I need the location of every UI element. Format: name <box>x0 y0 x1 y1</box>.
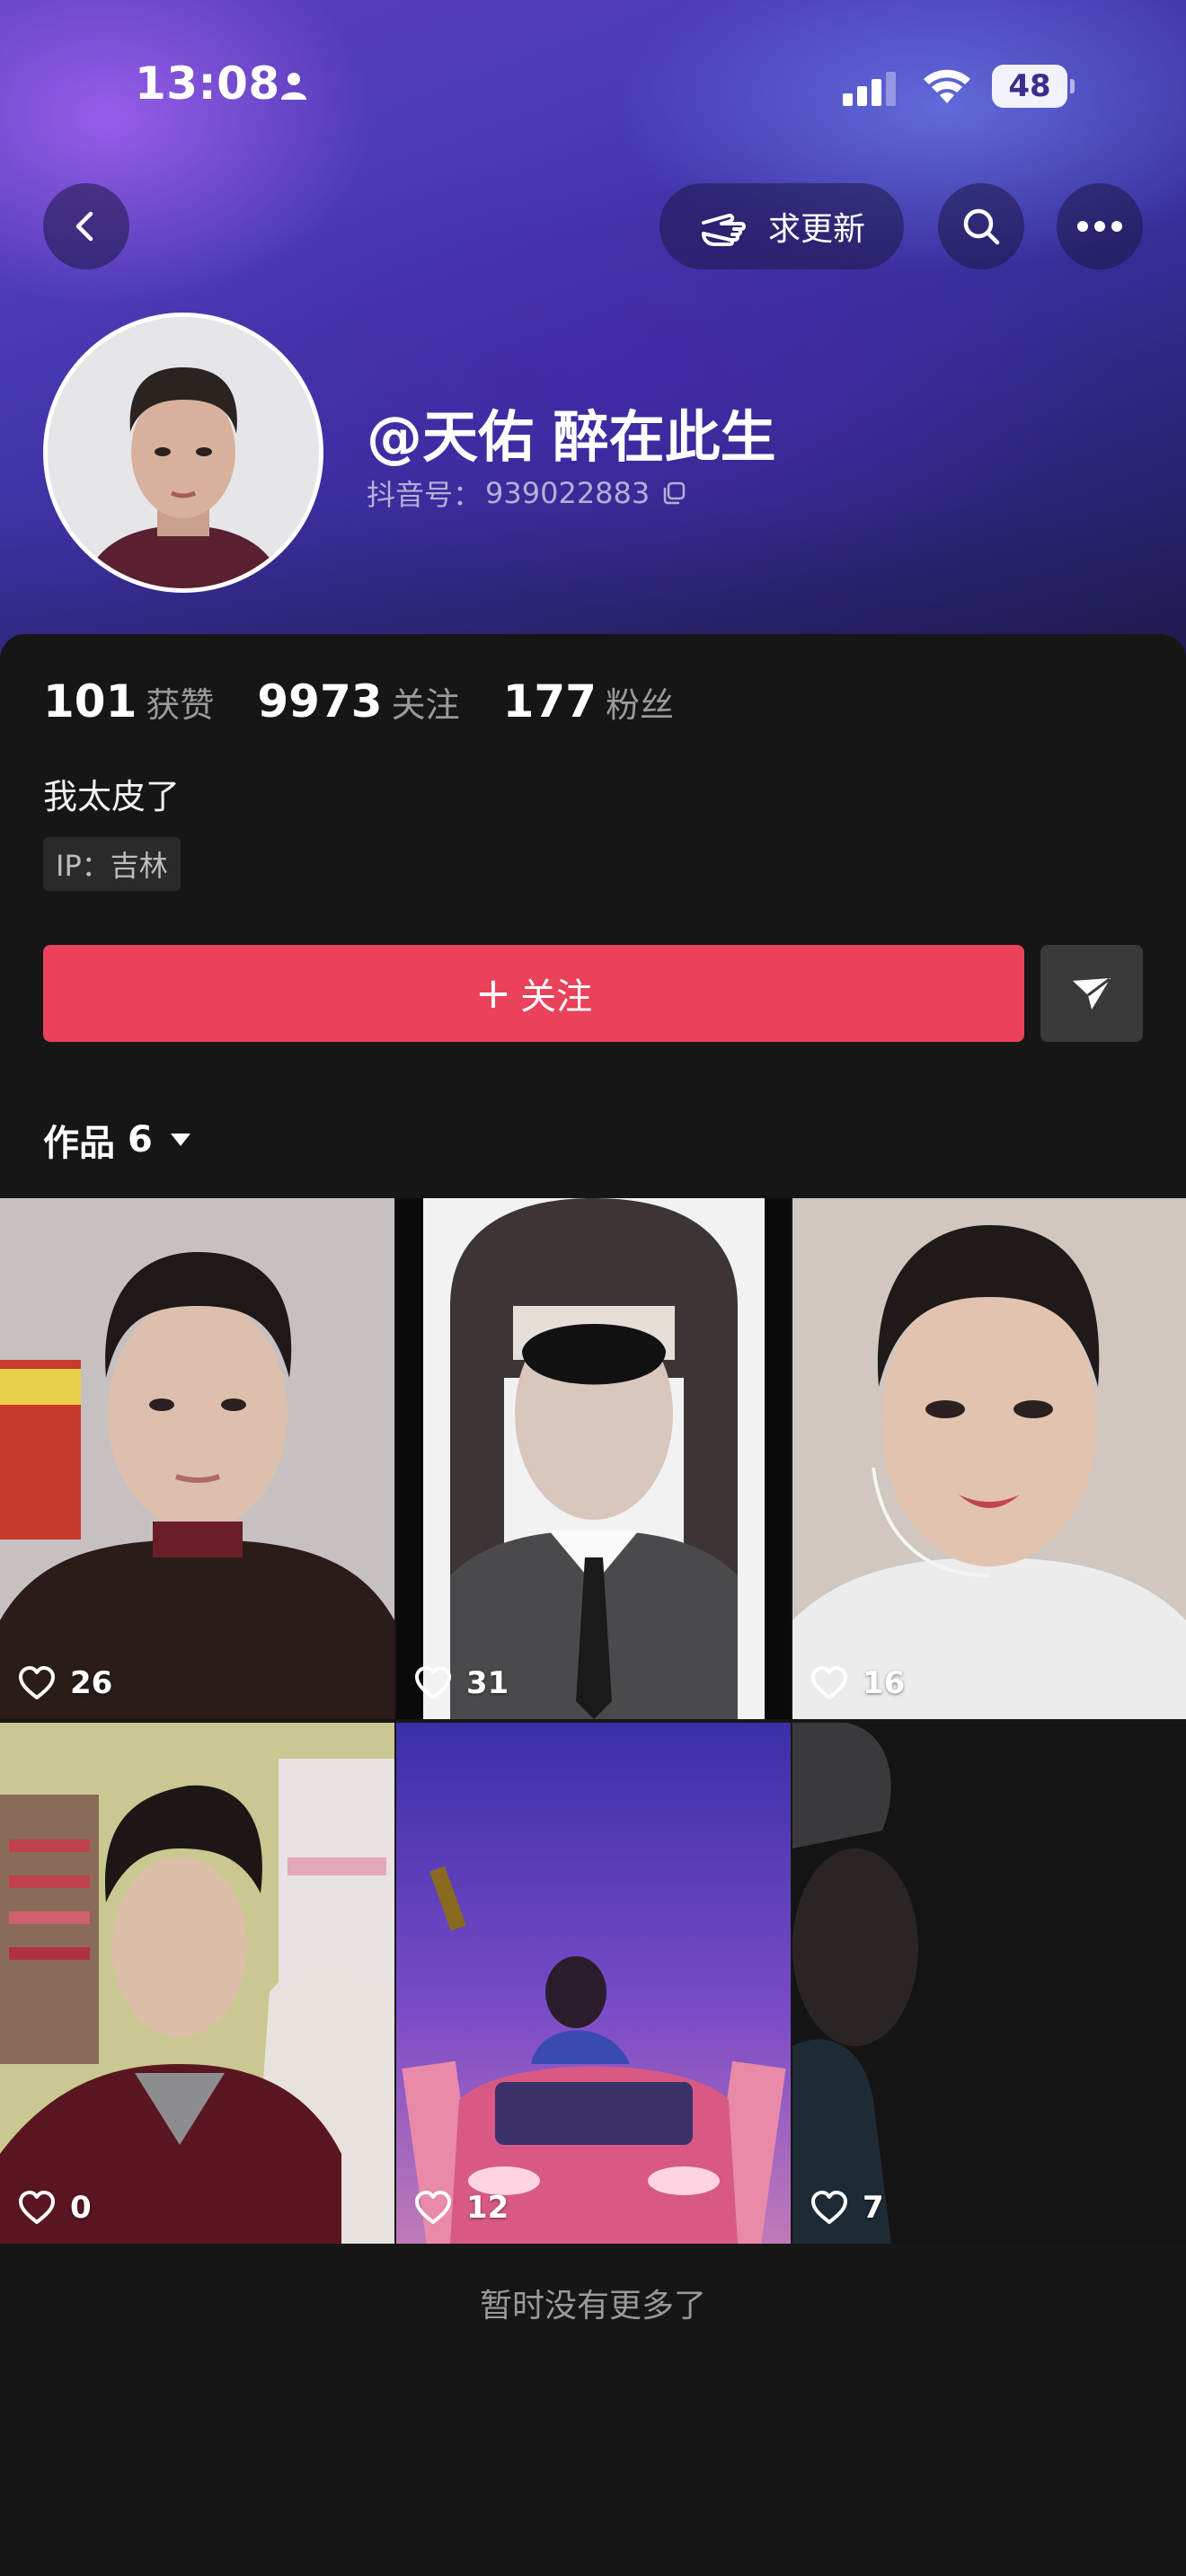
followers-count[interactable]: 177 <box>503 675 597 728</box>
following-label[interactable]: 关注 <box>392 677 460 727</box>
video-thumbnail[interactable]: 16 <box>792 1198 1186 1719</box>
search-icon <box>963 208 1000 245</box>
like-count: 16 <box>810 1665 905 1701</box>
douyin-id-value: 939022883 <box>485 476 651 510</box>
heart-icon <box>19 1666 55 1699</box>
douyin-id[interactable]: 抖音号： 939022883 <box>367 472 687 514</box>
heart-icon <box>811 2191 847 2224</box>
like-count-value: 16 <box>863 1665 906 1701</box>
douyin-id-label: 抖音号： <box>367 478 482 512</box>
works-label: 作品 <box>43 1123 115 1164</box>
likes-count: 101 <box>43 675 137 728</box>
heart-icon <box>19 2191 55 2224</box>
no-more-content-note: 暂时没有更多了 <box>479 2288 706 2325</box>
avatar[interactable] <box>43 313 323 593</box>
like-count-value: 7 <box>863 2190 884 2226</box>
more-dots-icon <box>1077 221 1122 232</box>
bio-text: 我太皮了 <box>43 777 181 816</box>
pointing-hand-icon <box>701 213 746 246</box>
video-cover-image <box>792 1198 1186 1719</box>
like-count: 31 <box>414 1665 509 1701</box>
request-update-label: 求更新 <box>767 211 865 248</box>
like-count-value: 0 <box>70 2190 92 2226</box>
like-count: 12 <box>414 2190 509 2226</box>
video-thumbnail[interactable]: 7 <box>792 1723 1186 2244</box>
works-count: 6 <box>128 1119 153 1160</box>
request-update-button[interactable]: 求更新 <box>659 183 904 269</box>
video-cover-image <box>396 1723 791 2244</box>
heart-icon <box>811 1666 847 1699</box>
video-grid: 26 31 16 0 12 7 <box>0 1198 1186 2244</box>
video-thumbnail[interactable]: 0 <box>0 1723 394 2244</box>
person-icon <box>281 73 306 100</box>
video-thumbnail[interactable]: 12 <box>396 1723 791 2244</box>
caret-down-icon <box>170 1134 190 1146</box>
like-count-value: 26 <box>70 1665 113 1701</box>
profile-stats: 101 获赞 9973 关注 177 粉丝 <box>43 675 717 728</box>
wifi-icon <box>924 69 970 103</box>
more-button[interactable] <box>1057 183 1143 269</box>
like-count: 0 <box>18 2190 92 2226</box>
video-cover-image <box>0 1723 394 2244</box>
cellular-signal-icon <box>843 72 896 106</box>
back-button[interactable] <box>43 183 129 269</box>
tab-works[interactable]: 作品 6 <box>43 1114 192 1166</box>
heart-icon <box>415 2191 451 2224</box>
video-cover-image <box>396 1198 791 1719</box>
chevron-left-icon <box>75 211 93 242</box>
heart-icon <box>415 1666 451 1699</box>
paper-plane-icon <box>1073 977 1111 1010</box>
like-count: 26 <box>18 1665 112 1701</box>
plus-icon: + <box>474 968 512 1019</box>
username: @天佑 醉在此生 <box>367 404 776 470</box>
avatar-image <box>48 317 319 588</box>
search-button[interactable] <box>938 183 1024 269</box>
video-cover-image <box>0 1198 394 1719</box>
video-thumbnail[interactable]: 31 <box>396 1198 791 1719</box>
likes-label: 获赞 <box>146 685 215 725</box>
follow-label: 关注 <box>520 976 593 1018</box>
like-count: 7 <box>810 2190 884 2226</box>
battery-icon: 48 <box>992 65 1075 108</box>
copy-icon[interactable] <box>660 480 687 507</box>
like-count-value: 31 <box>466 1665 509 1701</box>
like-count-value: 12 <box>466 2190 509 2226</box>
status-time: 13:08 <box>135 57 280 110</box>
following-count[interactable]: 9973 <box>257 675 382 728</box>
follow-button[interactable]: + 关注 <box>43 945 1024 1042</box>
video-cover-image <box>792 1723 1186 2244</box>
share-button[interactable] <box>1040 945 1143 1042</box>
followers-label[interactable]: 粉丝 <box>606 677 674 727</box>
video-thumbnail[interactable]: 26 <box>0 1198 394 1719</box>
ip-location-tag: IP：吉林 <box>43 837 181 891</box>
